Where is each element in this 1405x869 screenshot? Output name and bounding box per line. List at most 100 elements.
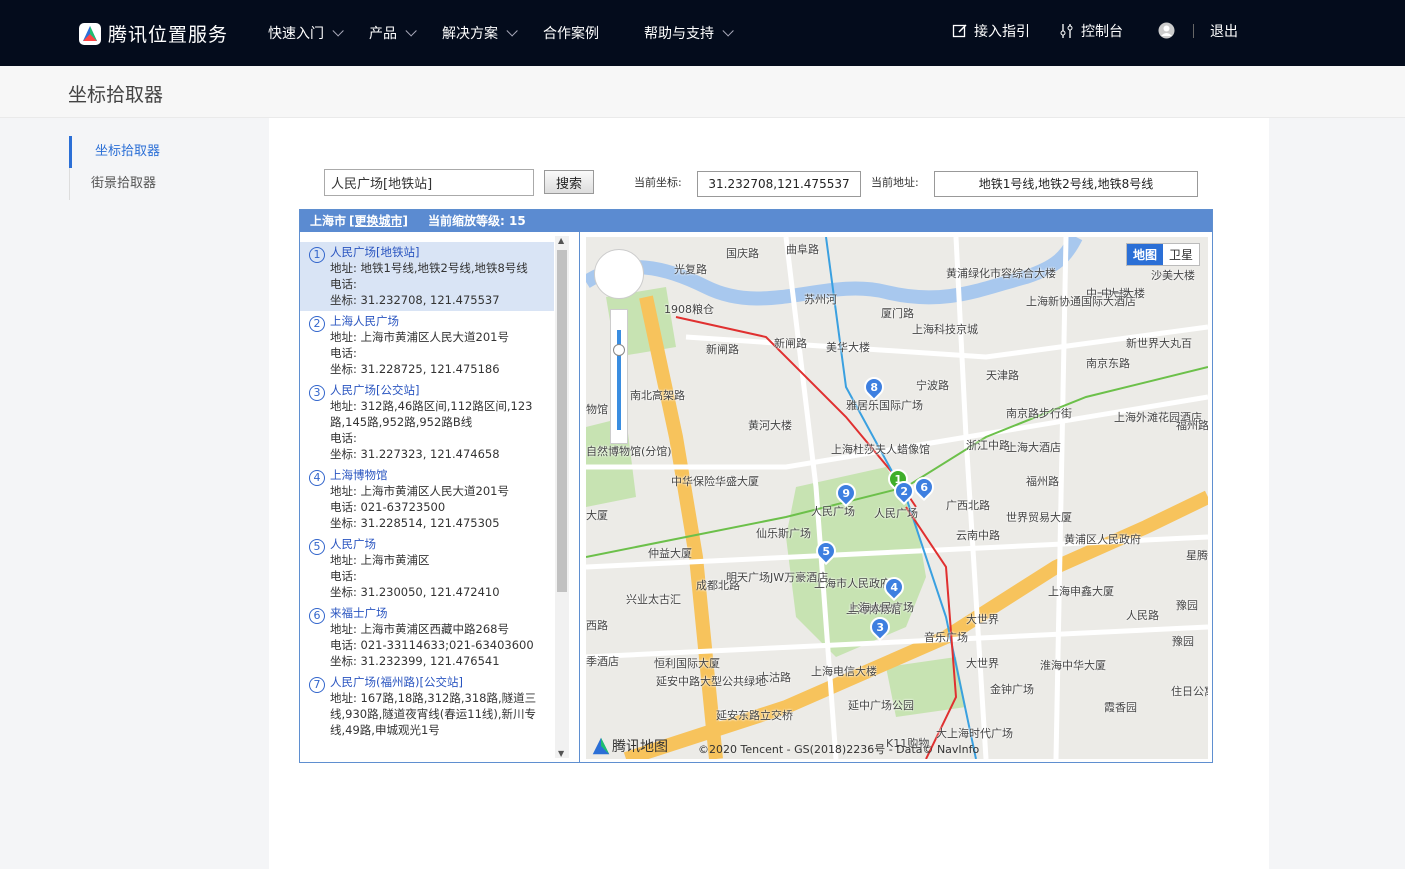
list-item[interactable]: 1 人民广场[地铁站] 地址: 地铁1号线,地铁2号线,地铁8号线 电话: 坐标… — [300, 242, 554, 311]
result-address: 地址: 上海市黄浦区人民大道201号 — [330, 330, 509, 344]
brand-name: 腾讯位置服务 — [108, 24, 229, 46]
nav-divider — [1193, 24, 1194, 38]
brand-logo[interactable]: 腾讯位置服务 — [78, 20, 228, 47]
result-coord: 坐标: 31.232399, 121.476541 — [330, 654, 500, 668]
user-icon — [1158, 22, 1175, 39]
result-number: 6 — [309, 608, 325, 624]
map-label: 国庆路 — [726, 247, 759, 260]
map-label: 霞香园 — [1104, 701, 1137, 714]
result-address: 地址: 167路,18路,312路,318路,隧道三线,930路,隧道夜宵线(春… — [330, 691, 537, 737]
result-coord: 坐标: 31.227323, 121.474658 — [330, 447, 500, 461]
scroll-thumb[interactable] — [557, 250, 567, 592]
map-label: 雅居乐国际广场 — [846, 399, 923, 412]
map-label: 中华保险华盛大厦 — [671, 475, 759, 488]
access-guide-link[interactable]: 接入指引 — [952, 21, 1030, 41]
map-label: 大世界 — [966, 657, 999, 670]
result-name[interactable]: 上海博物馆 — [330, 467, 554, 483]
map-label: 中一大楼 — [1101, 287, 1145, 300]
list-item[interactable]: 2 上海人民广场 地址: 上海市黄浦区人民大道201号 电话: 坐标: 31.2… — [300, 311, 554, 380]
result-number: 2 — [309, 316, 325, 332]
address-label: 当前地址: — [871, 176, 919, 189]
map-label: 世界贸易大厦 — [1006, 511, 1072, 524]
north-south-elevated — [639, 295, 723, 759]
result-phone: 电话: 021-33114633;021-63403600 — [330, 638, 534, 652]
change-city-link[interactable]: [更换城市] — [349, 214, 408, 228]
logout-link[interactable]: 退出 — [1210, 21, 1238, 41]
map-label: 曲阜路 — [786, 243, 819, 256]
result-name[interactable]: 人民广场[地铁站] — [330, 244, 554, 260]
coord-field[interactable]: 31.232708,121.475537 — [697, 171, 861, 197]
map-label: 上海杜莎夫人蜡像馆 — [831, 443, 930, 456]
scroll-up-icon[interactable]: ▲ — [558, 236, 564, 245]
chevron-down-icon — [506, 25, 518, 37]
list-item[interactable]: 6 来福士广场 地址: 上海市黄浦区西藏中路268号 电话: 021-33114… — [300, 603, 554, 672]
map-canvas[interactable]: 曲阜路 国庆路 光复路 苏州河 黄浦绿化市容综合大楼 中一大楼 沙美大楼 1908粮仓 厦门路上… — [586, 237, 1208, 759]
address-field[interactable]: 地铁1号线,地铁2号线,地铁8号线 — [934, 171, 1198, 197]
sidebar-item-streetview-picker[interactable]: 街景拾取器 — [69, 168, 160, 200]
nav-support[interactable]: 帮助与支持 — [644, 23, 734, 43]
tencent-map-logo: 腾讯地图 — [590, 735, 668, 757]
top-navbar: 腾讯位置服务 快速入门 产品 解决方案 合作案例 帮助与支持 接入指引 控制台 … — [0, 0, 1405, 66]
search-input[interactable] — [324, 169, 534, 196]
result-coord: 坐标: 31.230050, 121.472410 — [330, 585, 500, 599]
result-name[interactable]: 人民广场[公交站] — [330, 382, 554, 398]
result-name[interactable]: 来福士广场 — [330, 605, 554, 621]
picker-header: 上海市 [更换城市] 当前缩放等级: 15 — [300, 210, 1212, 232]
nav-quickstart[interactable]: 快速入门 — [268, 23, 344, 43]
result-name[interactable]: 上海人民广场 — [330, 313, 554, 329]
zoom-slider-handle[interactable] — [613, 344, 625, 356]
coordinate-picker: 上海市 [更换城市] 当前缩放等级: 15 1 人民广场[地铁站] 地址: 地铁1号… — [299, 209, 1213, 763]
result-number: 7 — [309, 677, 325, 693]
map-zoom-slider[interactable] — [610, 309, 628, 444]
map-label: 物馆 — [586, 403, 608, 416]
map-label: 南京路步行街 — [1006, 407, 1072, 420]
tencent-map-logo-icon — [79, 22, 101, 45]
map-view-button[interactable]: 地图 — [1126, 244, 1163, 265]
edit-icon — [952, 24, 967, 38]
map-label: 大世界 — [966, 613, 999, 626]
map-label: 上海人民广场 — [848, 601, 914, 614]
sidebar-item-coord-picker[interactable]: 坐标拾取器 — [69, 136, 160, 168]
map-label: 光复路 — [674, 263, 707, 276]
map-label: 云南中路 — [956, 529, 1000, 542]
result-phone: 电话: 021-63723500 — [330, 500, 446, 514]
map-label: 上海电信大楼 — [811, 665, 877, 678]
result-phone: 电话: — [330, 346, 357, 360]
nav-cases[interactable]: 合作案例 — [543, 23, 599, 43]
user-avatar[interactable] — [1158, 22, 1181, 39]
map-label: 上海科技京城 — [912, 323, 978, 336]
map-label: 星腾 — [1186, 549, 1208, 562]
list-item[interactable]: 7 人民广场(福州路)[公交站] 地址: 167路,18路,312路,318路,… — [300, 672, 554, 741]
result-name[interactable]: 人民广场(福州路)[公交站] — [330, 674, 554, 690]
map-label: 天津路 — [986, 369, 1019, 382]
map-label: 季酒店 — [586, 655, 619, 668]
map-label: 兴业太古汇 — [626, 593, 681, 606]
search-button[interactable]: 搜索 — [544, 170, 594, 194]
result-address: 地址: 地铁1号线,地铁2号线,地铁8号线 — [330, 261, 528, 275]
map-pan-control[interactable] — [594, 249, 644, 299]
map-label: 淮海中华大厦 — [1040, 659, 1106, 672]
list-item[interactable]: 3 人民广场[公交站] 地址: 312路,46路区间,112路区间,123路,1… — [300, 380, 554, 465]
scroll-down-icon[interactable]: ▼ — [558, 749, 564, 758]
map-label: 明天广场JW万豪酒店 — [726, 571, 829, 584]
results-scrollbar[interactable]: ▲ ▼ — [555, 236, 569, 758]
nav-solutions[interactable]: 解决方案 — [442, 23, 518, 43]
satellite-view-button[interactable]: 卫星 — [1163, 244, 1199, 265]
map-label: 黄浦区人民政府 — [1064, 533, 1141, 546]
map-label: 美华大楼 — [826, 341, 870, 354]
page-title: 坐标拾取器 — [68, 84, 164, 106]
map-label: 广西北路 — [946, 499, 990, 512]
map-label: 新世界大丸百 — [1126, 337, 1192, 350]
result-name[interactable]: 人民广场 — [330, 536, 554, 552]
console-link[interactable]: 控制台 — [1059, 21, 1123, 41]
list-item[interactable]: 4 上海博物馆 地址: 上海市黄浦区人民大道201号 电话: 021-63723… — [300, 465, 554, 534]
map-label: 延中广场公园 — [848, 699, 914, 712]
zoom-level: 当前缩放等级: 15 — [428, 214, 526, 228]
map-type-toggle[interactable]: 地图 卫星 — [1125, 243, 1200, 266]
map-label: 福州路 — [1026, 475, 1059, 488]
nav-products[interactable]: 产品 — [369, 23, 417, 43]
list-item[interactable]: 5 人民广场 地址: 上海市黄浦区 电话: 坐标: 31.230050, 121… — [300, 534, 554, 603]
map-label: 西路 — [586, 619, 608, 632]
map-label: 宁波路 — [916, 379, 949, 392]
map-label: 仲益大厦 — [648, 547, 692, 560]
